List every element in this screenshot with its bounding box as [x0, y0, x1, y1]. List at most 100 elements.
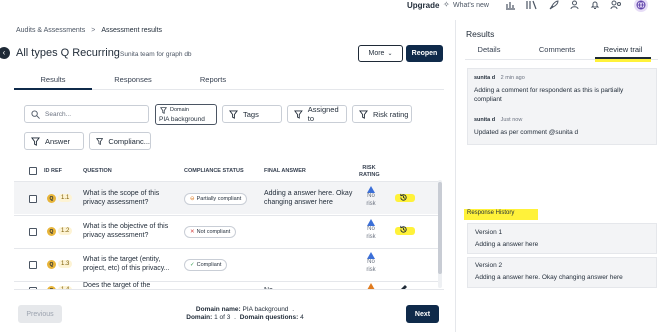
- version-label: Version 1: [475, 229, 503, 236]
- comment-text: Updated as per comment @sunita d: [474, 129, 579, 136]
- version-card: Version 1 Adding a answer here: [467, 223, 657, 254]
- tab-comments[interactable]: Comments: [533, 45, 581, 54]
- row-question[interactable]: What is the scope of this privacy assess…: [83, 190, 173, 207]
- filter-domain[interactable]: Domain PIA background: [155, 104, 217, 125]
- history-icon[interactable]: [399, 225, 408, 234]
- risk-cell: No risk: [364, 252, 378, 274]
- filter-answer-label: Answer: [45, 136, 71, 146]
- reopen-button[interactable]: Reopen: [406, 45, 443, 62]
- row-checkbox[interactable]: [29, 228, 37, 236]
- back-button[interactable]: ‹: [0, 47, 10, 59]
- comment-author: sunita d: [474, 75, 496, 81]
- select-all-checkbox[interactable]: [29, 167, 37, 175]
- funnel-icon: [359, 109, 368, 119]
- chart-icon[interactable]: [505, 0, 516, 10]
- search-placeholder: Search...: [45, 110, 72, 118]
- table-header: ID REF QUESTION COMPLIANCE STATUS FINAL …: [14, 160, 442, 180]
- domain-name-label: Domain name:: [195, 306, 241, 313]
- filter-risk-rating[interactable]: Risk rating: [352, 105, 412, 123]
- tab-results[interactable]: Results: [14, 75, 92, 84]
- scrollbar-thumb[interactable]: [438, 182, 442, 274]
- users-icon[interactable]: [610, 0, 622, 10]
- user-check-icon[interactable]: [569, 0, 580, 10]
- status-badge: ⊖ Partially compliant: [184, 193, 248, 205]
- whats-new-link[interactable]: What's new: [453, 2, 489, 9]
- row-id: 1.1: [58, 194, 73, 202]
- close-icon: ✕: [190, 229, 195, 235]
- version-text: Adding a answer here. Okay changing answ…: [475, 274, 623, 281]
- funnel-icon: [31, 136, 40, 146]
- status-label: Partially compliant: [196, 196, 242, 202]
- domain-questions-value: 4: [300, 314, 304, 321]
- next-button[interactable]: Next: [406, 305, 439, 323]
- header-id: ID REF: [44, 168, 63, 174]
- tab-reports[interactable]: Reports: [174, 75, 252, 84]
- comment-item: sunita d 2 min ago Adding a comment for …: [474, 75, 652, 104]
- domain-name-value: PIA background: [242, 306, 289, 313]
- question-type-badge: Q: [47, 227, 56, 236]
- funnel-icon: [96, 137, 104, 145]
- filter-risk-label: Risk rating: [373, 109, 409, 119]
- tab-review-trail[interactable]: Review trail: [597, 45, 649, 54]
- row-answer: Adding a answer here. Okay changing answ…: [264, 190, 353, 206]
- history-icon[interactable]: [399, 193, 408, 202]
- row-checkbox[interactable]: [29, 195, 37, 203]
- top-bar: Upgrade ✧ What's new: [0, 0, 670, 12]
- chevron-left-icon: ‹: [2, 48, 6, 57]
- risk-cell: No risk: [364, 186, 378, 208]
- header-answer: FINAL ANSWER: [264, 168, 306, 174]
- sparkle-icon: ✧: [443, 0, 450, 9]
- version-text: Adding a answer here: [475, 241, 539, 248]
- filter-tags[interactable]: Tags: [222, 105, 282, 123]
- filter-compliance-label: Complianc...: [108, 136, 150, 146]
- funnel-icon: [294, 110, 303, 119]
- rocket-icon[interactable]: [548, 0, 559, 10]
- risk-cell: No risk: [364, 219, 378, 241]
- filter-compliance[interactable]: Complianc...: [89, 132, 151, 150]
- question-type-badge: Q: [47, 260, 56, 269]
- risk-label: No risk: [366, 193, 376, 207]
- more-label: More: [368, 50, 385, 57]
- upgrade-link[interactable]: Upgrade: [407, 1, 439, 10]
- filter-answer[interactable]: Answer: [24, 132, 84, 150]
- filter-assigned-to[interactable]: Assigned to: [287, 105, 347, 123]
- search-box[interactable]: Search...: [24, 105, 149, 123]
- results-table: ID REF QUESTION COMPLIANCE STATUS FINAL …: [14, 160, 442, 290]
- version-card: Version 2 Adding a answer here. Okay cha…: [467, 257, 657, 288]
- header-risk: RISK RATING: [359, 165, 380, 178]
- status-label: Compliant: [196, 262, 222, 268]
- table-scrollbar[interactable]: [438, 180, 442, 288]
- filter-domain-value: PIA background: [159, 116, 205, 123]
- comments-section: sunita d 2 min ago Adding a comment for …: [467, 68, 657, 145]
- breadcrumb-separator: >: [91, 27, 96, 34]
- partial-icon: ⊖: [190, 196, 195, 202]
- library-icon[interactable]: [526, 0, 537, 10]
- footer-domain-info: Domain name: PIA background . Domain: 1 …: [186, 306, 304, 321]
- row-question[interactable]: What is the target (entity, project, etc…: [83, 256, 178, 273]
- header-status: COMPLIANCE STATUS: [184, 168, 244, 174]
- filter-tags-label: Tags: [243, 109, 259, 119]
- breadcrumb-parent[interactable]: Audits & Assessments: [16, 27, 85, 34]
- filter-assigned-label: Assigned to: [307, 105, 339, 123]
- warning-icon: [367, 252, 375, 259]
- row-question[interactable]: What is the objective of this privacy as…: [83, 223, 178, 240]
- table-row[interactable]: Q 1.3 What is the target (entity, projec…: [14, 248, 439, 280]
- tab-details[interactable]: Details: [465, 45, 513, 54]
- row-id: 1.3: [58, 260, 73, 268]
- bell-icon[interactable]: [590, 0, 600, 10]
- response-history-title: Response History: [467, 210, 515, 216]
- funnel-icon: [229, 109, 238, 119]
- page-title: All types Q Recurring: [16, 47, 120, 59]
- table-row[interactable]: Q 1.1 What is the scope of this privacy …: [14, 181, 439, 214]
- filter-domain-label: Domain: [170, 107, 189, 113]
- row-checkbox[interactable]: [29, 261, 37, 269]
- row-id: 1.2: [58, 227, 73, 235]
- breadcrumb: Audits & Assessments > Assessment result…: [16, 27, 162, 34]
- comment-author: sunita d: [474, 117, 496, 123]
- globe-avatar-icon[interactable]: [634, 0, 648, 12]
- table-row[interactable]: Q 1.2 What is the objective of this priv…: [14, 215, 439, 247]
- right-panel-divider: [455, 20, 456, 332]
- tab-responses[interactable]: Responses: [94, 75, 172, 84]
- more-button[interactable]: More ⌄: [358, 45, 403, 62]
- previous-button[interactable]: Previous: [18, 305, 62, 323]
